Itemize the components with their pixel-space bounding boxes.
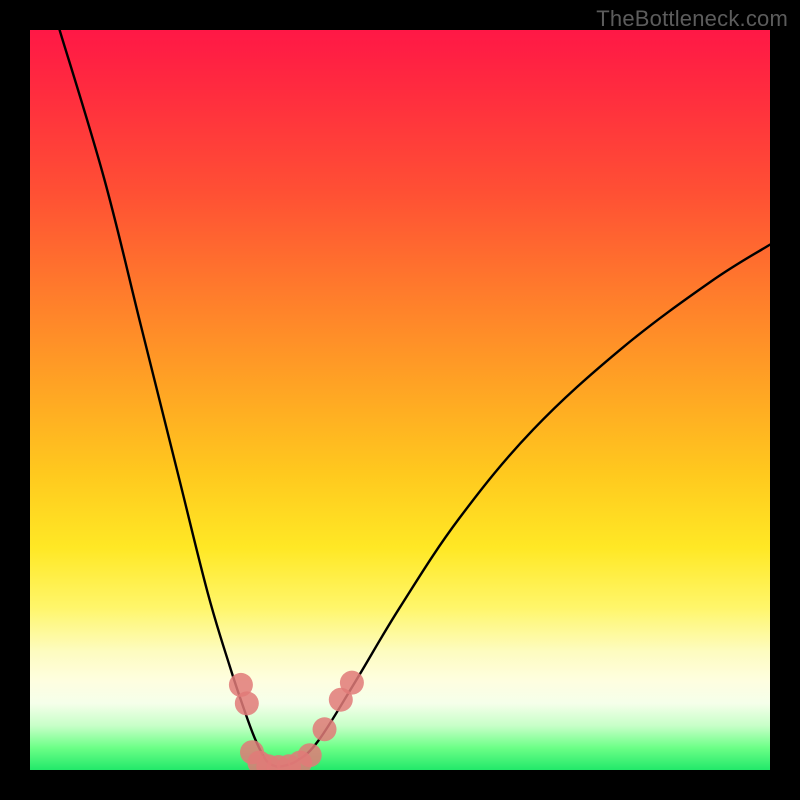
curves-svg bbox=[30, 30, 770, 770]
plot-area bbox=[30, 30, 770, 770]
marker-dot bbox=[235, 691, 259, 715]
chart-frame: TheBottleneck.com bbox=[0, 0, 800, 800]
marker-dot bbox=[340, 671, 364, 695]
curve-left-branch bbox=[60, 30, 278, 767]
watermark-text: TheBottleneck.com bbox=[596, 6, 788, 32]
curve-group bbox=[60, 30, 770, 767]
marker-dot bbox=[313, 717, 337, 741]
marker-dot bbox=[298, 743, 322, 767]
